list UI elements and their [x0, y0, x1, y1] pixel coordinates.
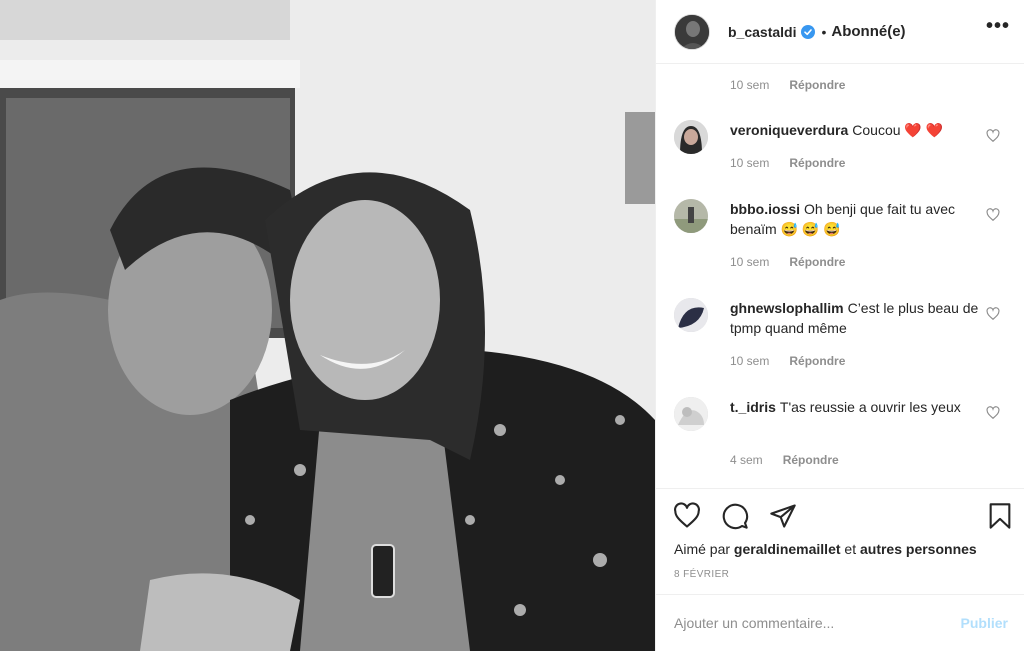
reply-button[interactable]: Répondre — [789, 78, 845, 92]
reply-button[interactable]: Répondre — [789, 255, 845, 269]
comments-list[interactable]: 10 sem Répondre veroniqueverdura Coucou ❤… — [656, 64, 1024, 488]
comment-text: bbbo.iossi Oh benji que fait tu avec bena… — [730, 199, 980, 239]
comment-text: t._idris T'as reussie a ouvrir les yeux — [730, 397, 980, 417]
post-header: b_castaldi • Abonné(e) ••• — [656, 0, 1024, 64]
comment-text: veroniqueverdura Coucou ❤️ ❤️ — [730, 120, 980, 140]
like-comment-icon[interactable] — [986, 208, 1000, 222]
commenter-avatar[interactable] — [674, 397, 708, 431]
follow-status-button[interactable]: Abonné(e) — [831, 23, 905, 40]
comment-time: 10 sem — [730, 78, 770, 92]
save-bookmark-icon[interactable] — [986, 502, 1014, 530]
comment-time: 10 sem — [730, 354, 770, 368]
likes-summary: Aimé par geraldinemaillet et autres pers… — [674, 541, 977, 557]
like-icon[interactable] — [673, 502, 701, 530]
likes-prefix: Aimé par — [674, 541, 731, 557]
like-comment-icon[interactable] — [986, 129, 1000, 143]
share-icon[interactable] — [769, 502, 797, 530]
comment-input[interactable] — [674, 615, 961, 631]
commenter-avatar[interactable] — [674, 199, 708, 233]
likes-user-link[interactable]: geraldinemaillet — [734, 541, 841, 557]
author-username[interactable]: b_castaldi — [728, 24, 796, 40]
comment-meta: 10 sem Répondre — [730, 156, 845, 170]
commenter-avatar[interactable] — [674, 298, 708, 332]
publish-button[interactable]: Publier — [961, 615, 1008, 631]
verified-badge-icon — [801, 24, 816, 39]
post-date[interactable]: 8 FÉVRIER — [674, 569, 729, 580]
commenter-username[interactable]: t._idris — [730, 399, 776, 415]
comment-meta: 10 sem Répondre — [730, 354, 845, 368]
more-options-icon[interactable]: ••• — [986, 15, 1010, 38]
reply-button[interactable]: Répondre — [783, 453, 839, 467]
likes-others-link[interactable]: autres personnes — [860, 541, 977, 557]
commenter-username[interactable]: ghnewslophallim — [730, 300, 844, 316]
like-comment-icon[interactable] — [986, 307, 1000, 321]
comment-time: 10 sem — [730, 156, 770, 170]
comment-body: Coucou ❤️ ❤️ — [852, 122, 944, 138]
comment-body: T'as reussie a ouvrir les yeux — [779, 399, 961, 415]
post-actions: Aimé par geraldinemaillet et autres pers… — [656, 488, 1024, 594]
likes-mid: et — [844, 541, 857, 557]
reply-button[interactable]: Répondre — [789, 354, 845, 368]
comment-icon[interactable] — [721, 502, 749, 530]
commenter-username[interactable]: bbbo.iossi — [730, 201, 800, 217]
post-photo[interactable] — [0, 0, 655, 651]
author-avatar[interactable] — [674, 13, 710, 50]
reply-button[interactable]: Répondre — [789, 156, 845, 170]
commenter-username[interactable]: veroniqueverdura — [730, 122, 848, 138]
post-side-panel: b_castaldi • Abonné(e) ••• 10 sem Répond… — [655, 0, 1024, 651]
add-comment-bar: Publier — [656, 594, 1024, 651]
comment-meta: 4 sem Répondre — [730, 453, 839, 467]
comment-time: 10 sem — [730, 255, 770, 269]
like-comment-icon[interactable] — [986, 406, 1000, 420]
comment-meta: 10 sem Répondre — [730, 255, 845, 269]
header-separator: • — [821, 23, 827, 40]
comment-text: ghnewslophallim C’est le plus beau de tpm… — [730, 298, 980, 338]
comment-time: 4 sem — [730, 453, 763, 467]
comment-meta: 10 sem Répondre — [730, 78, 845, 92]
commenter-avatar[interactable] — [674, 120, 708, 154]
